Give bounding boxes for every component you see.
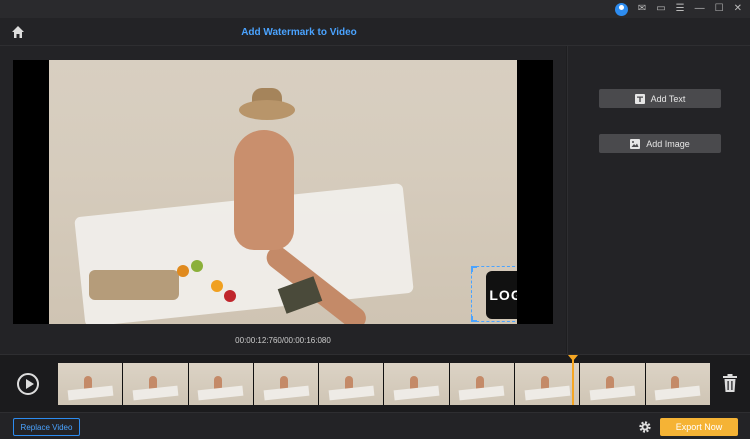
scene-fruit — [177, 265, 189, 277]
add-image-label: Add Image — [646, 138, 690, 149]
scene-bag — [89, 270, 179, 300]
footer-bar: Replace Video Export Now — [0, 412, 750, 439]
video-frame-image: LOGO ✕ — [49, 60, 517, 324]
gear-icon[interactable] — [638, 420, 652, 434]
scene-hat — [239, 100, 295, 120]
menu-icon[interactable]: ☰ — [676, 0, 685, 18]
timeline-strip[interactable] — [58, 363, 710, 405]
timeline-thumbnail — [449, 363, 515, 405]
watermark-logo[interactable]: LOGO — [486, 271, 517, 319]
play-icon[interactable] — [17, 373, 39, 395]
scene-fruit — [211, 280, 223, 292]
video-editor: LOGO ✕ 00:00:12:760/00:00:16:080 — [0, 46, 566, 354]
playhead[interactable] — [568, 355, 578, 405]
scene-fruit — [224, 290, 236, 302]
timeline-thumbnail — [645, 363, 710, 405]
timeline-thumbnail — [123, 363, 188, 405]
timeline-thumbnail — [58, 363, 123, 405]
user-icon[interactable] — [614, 2, 628, 16]
window-controls: ✉ ▭ ☰ — ☐ ✕ — [614, 0, 742, 18]
app-header: Add Watermark to Video — [0, 18, 750, 46]
resize-handle[interactable] — [471, 266, 477, 272]
add-text-label: Add Text — [650, 93, 686, 104]
timeline-thumbnail — [188, 363, 253, 405]
add-image-button[interactable]: Add Image — [599, 134, 721, 153]
window-titlebar: ✉ ▭ ☰ — ☐ ✕ — [0, 0, 750, 18]
timeline-thumbnail — [319, 363, 384, 405]
trash-icon[interactable] — [722, 373, 738, 393]
watermark-selection[interactable]: LOGO ✕ — [471, 266, 517, 322]
watermark-panel: Add Text Add Image — [567, 46, 750, 354]
timeline-thumbnail — [384, 363, 449, 405]
timeline-thumbnail — [253, 363, 319, 405]
timeline-thumbnail — [515, 363, 580, 405]
resize-handle[interactable] — [471, 316, 477, 322]
page-title: Add Watermark to Video — [241, 27, 357, 38]
add-text-button[interactable]: Add Text — [599, 89, 721, 108]
mail-icon[interactable]: ✉ — [638, 0, 646, 18]
minimize-icon[interactable]: — — [695, 0, 705, 18]
scene-person — [234, 130, 294, 250]
export-now-button[interactable]: Export Now — [660, 418, 738, 436]
feedback-icon[interactable]: ▭ — [656, 0, 665, 18]
scene-fruit — [191, 260, 203, 272]
timeline-thumbnail — [580, 363, 645, 405]
timecode: 00:00:12:760/00:00:16:080 — [235, 336, 331, 345]
timeline — [0, 354, 750, 412]
image-icon — [630, 138, 641, 149]
text-icon — [634, 93, 645, 104]
video-preview[interactable]: LOGO ✕ — [13, 60, 553, 324]
close-icon[interactable]: ✕ — [734, 0, 742, 18]
maximize-icon[interactable]: ☐ — [715, 0, 724, 18]
replace-video-button[interactable]: Replace Video — [13, 418, 80, 436]
